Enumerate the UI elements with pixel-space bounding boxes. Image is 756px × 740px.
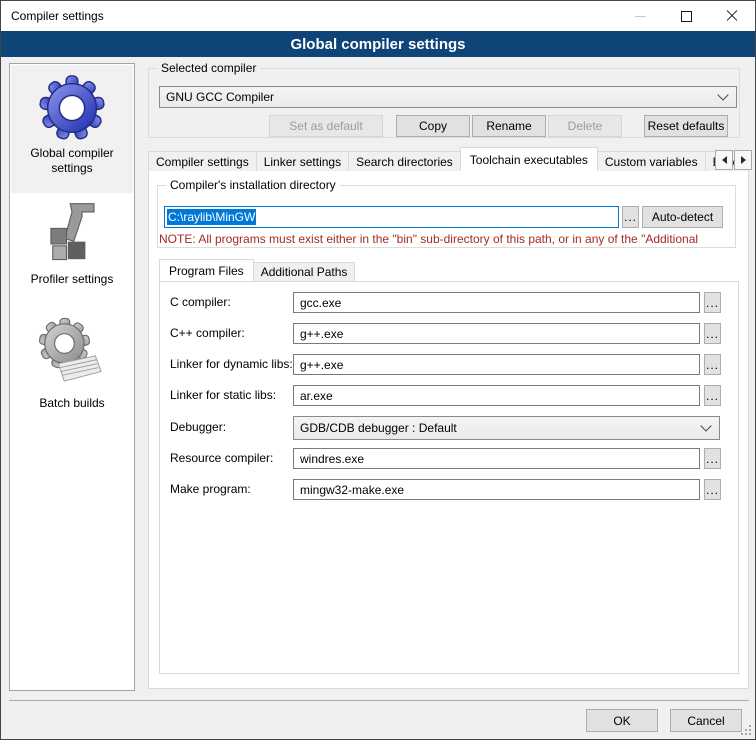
reset-defaults-button[interactable]: Reset defaults bbox=[644, 115, 728, 137]
cpp-compiler-value: g++.exe bbox=[300, 327, 343, 341]
static-linker-input[interactable]: ar.exe bbox=[293, 385, 700, 406]
tab-custom-variables[interactable]: Custom variables bbox=[597, 151, 706, 171]
selected-compiler-value: GNU GCC Compiler bbox=[160, 90, 274, 104]
set-as-default-button: Set as default bbox=[269, 115, 383, 137]
minimize-icon bbox=[635, 16, 646, 17]
tab-scroll-right-icon bbox=[741, 156, 746, 164]
maximize-icon bbox=[681, 11, 692, 22]
compiler-settings-tabstrip: Compiler settings Linker settings Search… bbox=[148, 147, 748, 171]
resource-compiler-label: Resource compiler: bbox=[170, 451, 273, 465]
auto-detect-button[interactable]: Auto-detect bbox=[642, 206, 723, 228]
delete-button: Delete bbox=[548, 115, 622, 137]
close-icon bbox=[726, 10, 738, 22]
make-program-browse-button[interactable]: ... bbox=[704, 479, 721, 500]
tab-scroll-left-icon bbox=[722, 156, 727, 164]
debugger-dropdown[interactable]: GDB/CDB debugger : Default bbox=[293, 416, 720, 440]
resource-compiler-browse-button[interactable]: ... bbox=[704, 448, 721, 469]
tab-search-directories[interactable]: Search directories bbox=[348, 151, 461, 171]
sidebar-item-label: Global compiler settings bbox=[11, 146, 133, 176]
sidebar-item-global-compiler-settings[interactable]: Global compiler settings bbox=[11, 65, 133, 193]
make-program-input[interactable]: mingw32-make.exe bbox=[293, 479, 700, 500]
resource-compiler-input[interactable]: windres.exe bbox=[293, 448, 700, 469]
toolchain-executables-page: Compiler's installation directory C:\ray… bbox=[148, 170, 749, 689]
compiler-settings-dialog: Compiler settings Global compiler settin… bbox=[0, 0, 756, 740]
browse-directory-button[interactable]: ... bbox=[622, 206, 639, 228]
resize-grip[interactable] bbox=[741, 725, 751, 735]
sidebar-item-label: Batch builds bbox=[11, 396, 133, 410]
gray-gear-stack-icon bbox=[37, 316, 107, 388]
page-title: Global compiler settings bbox=[1, 31, 755, 57]
debugger-value: GDB/CDB debugger : Default bbox=[294, 421, 457, 435]
cpp-compiler-browse-button[interactable]: ... bbox=[704, 323, 721, 344]
c-compiler-browse-button[interactable]: ... bbox=[704, 292, 721, 313]
tab-linker-settings[interactable]: Linker settings bbox=[256, 151, 349, 171]
installation-directory-value: C:\raylib\MinGW bbox=[167, 209, 256, 225]
maximize-button[interactable] bbox=[663, 1, 709, 31]
group-label: Selected compiler bbox=[157, 61, 260, 75]
window-controls bbox=[617, 1, 755, 31]
debugger-label: Debugger: bbox=[170, 420, 226, 434]
selected-compiler-dropdown[interactable]: GNU GCC Compiler bbox=[159, 86, 737, 108]
static-linker-value: ar.exe bbox=[300, 389, 333, 403]
cancel-button[interactable]: Cancel bbox=[670, 709, 742, 732]
dynamic-linker-input[interactable]: g++.exe bbox=[293, 354, 700, 375]
resource-compiler-value: windres.exe bbox=[300, 452, 364, 466]
dynamic-linker-label: Linker for dynamic libs: bbox=[170, 357, 293, 371]
settings-category-list: Global compiler settings Profiler settin… bbox=[9, 63, 135, 691]
ok-button[interactable]: OK bbox=[586, 709, 658, 732]
sidebar-item-label: Profiler settings bbox=[11, 272, 133, 286]
make-program-label: Make program: bbox=[170, 482, 251, 496]
make-program-value: mingw32-make.exe bbox=[300, 483, 404, 497]
tab-scroll-right-button[interactable] bbox=[734, 150, 752, 170]
static-linker-label: Linker for static libs: bbox=[170, 388, 276, 402]
program-files-page: C compiler: gcc.exe ... C++ compiler: g+… bbox=[159, 281, 739, 674]
cpp-compiler-input[interactable]: g++.exe bbox=[293, 323, 700, 344]
c-compiler-value: gcc.exe bbox=[300, 296, 341, 310]
copy-button[interactable]: Copy bbox=[396, 115, 470, 137]
bin-subdirectory-note: NOTE: All programs must exist either in … bbox=[159, 232, 737, 246]
program-files-tabstrip: Program Files Additional Paths bbox=[159, 259, 354, 281]
footer-separator bbox=[9, 700, 749, 701]
blue-gear-icon bbox=[37, 73, 107, 143]
caliper-icon bbox=[39, 198, 105, 268]
tab-compiler-settings[interactable]: Compiler settings bbox=[148, 151, 257, 171]
window-title: Compiler settings bbox=[11, 9, 104, 23]
cpp-compiler-label: C++ compiler: bbox=[170, 326, 245, 340]
dynamic-linker-browse-button[interactable]: ... bbox=[704, 354, 721, 375]
c-compiler-label: C compiler: bbox=[170, 295, 231, 309]
c-compiler-input[interactable]: gcc.exe bbox=[293, 292, 700, 313]
tab-program-files[interactable]: Program Files bbox=[159, 259, 254, 281]
group-label: Compiler's installation directory bbox=[166, 178, 340, 192]
tab-additional-paths[interactable]: Additional Paths bbox=[253, 262, 356, 281]
dynamic-linker-value: g++.exe bbox=[300, 358, 343, 372]
tab-scroll-left-button[interactable] bbox=[715, 150, 733, 170]
titlebar[interactable]: Compiler settings bbox=[1, 1, 755, 31]
static-linker-browse-button[interactable]: ... bbox=[704, 385, 721, 406]
rename-button[interactable]: Rename bbox=[472, 115, 546, 137]
installation-directory-input[interactable]: C:\raylib\MinGW bbox=[164, 206, 619, 228]
tab-toolchain-executables[interactable]: Toolchain executables bbox=[460, 147, 598, 171]
chevron-down-icon bbox=[700, 420, 711, 431]
minimize-button bbox=[617, 1, 663, 31]
close-button[interactable] bbox=[709, 1, 755, 31]
sidebar-item-batch-builds[interactable]: Batch builds bbox=[11, 316, 133, 476]
chevron-down-icon bbox=[717, 89, 728, 100]
